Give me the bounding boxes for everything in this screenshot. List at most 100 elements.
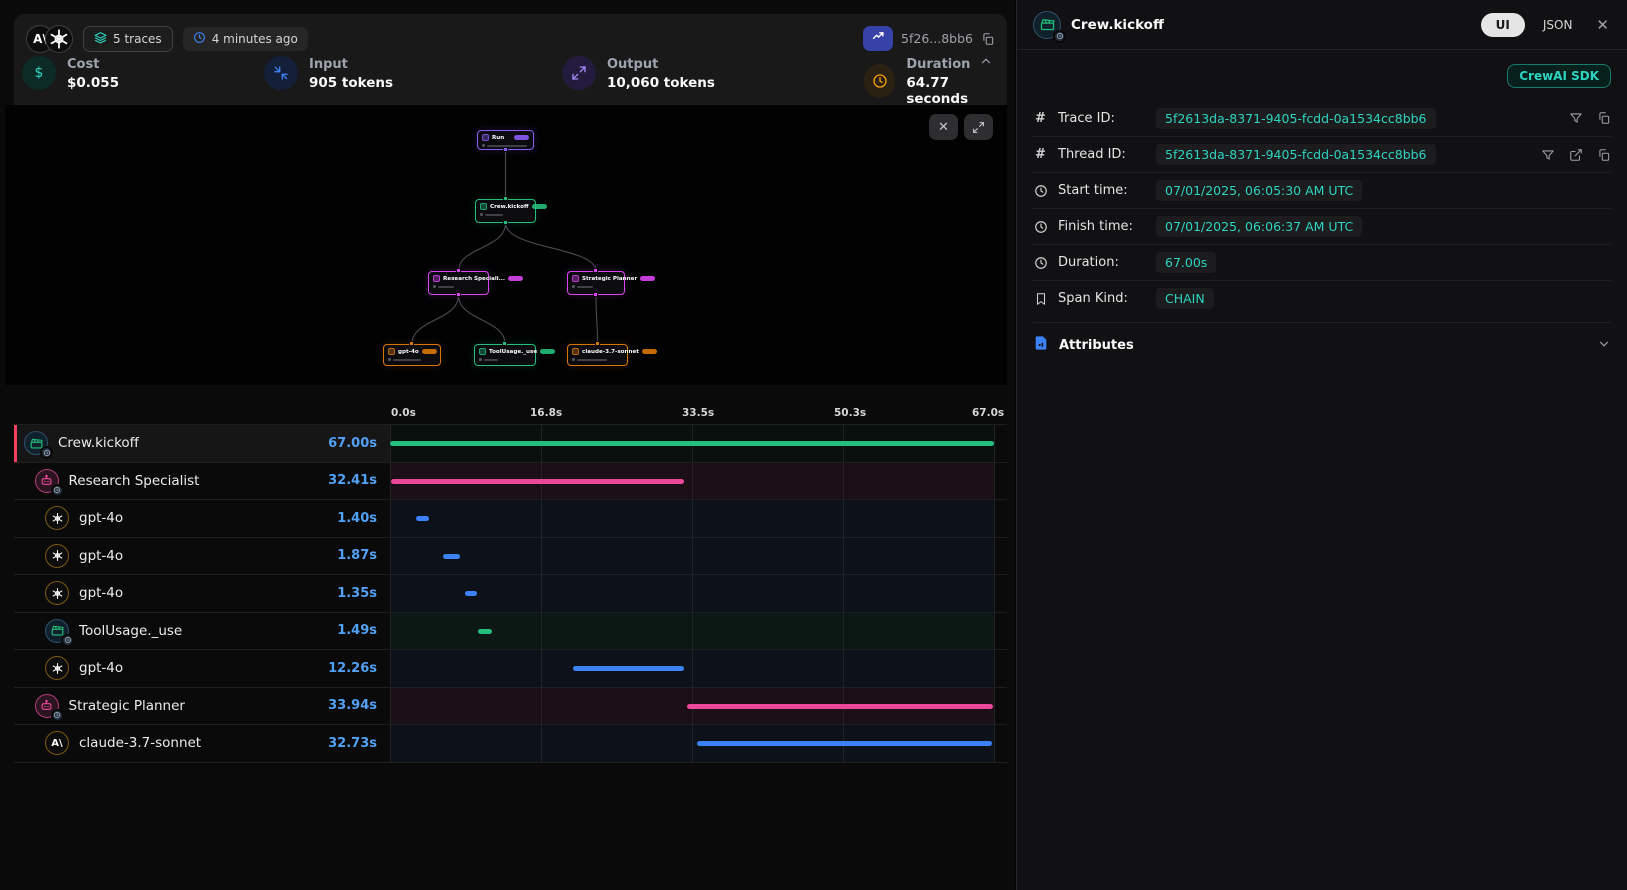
axis-tick: 16.8s bbox=[530, 407, 562, 419]
span-row-gpt-4o[interactable]: gpt-4o 1.40s bbox=[14, 499, 1007, 537]
field-label: Finish time: bbox=[1058, 219, 1146, 234]
agent-icon bbox=[35, 694, 59, 718]
span-bar bbox=[390, 441, 994, 446]
node-badge bbox=[642, 349, 657, 354]
span-name: Strategic Planner bbox=[69, 698, 319, 714]
axis-tick: 67.0s bbox=[972, 407, 1004, 419]
span-bar bbox=[416, 516, 429, 521]
trace-main-area: A\ 5 traces 4 minutes ago bbox=[0, 0, 1015, 890]
graph-node-claude-sonnet[interactable]: claude-3.7-sonnet bbox=[567, 344, 628, 366]
span-row-gpt-4o[interactable]: gpt-4o 1.35s bbox=[14, 574, 1007, 612]
stat-output-label: Output bbox=[607, 56, 715, 75]
graph-node-gpt-4o[interactable]: gpt-4o bbox=[383, 344, 441, 366]
model-avatar-stack: A\ bbox=[26, 25, 73, 53]
axis-tick: 33.5s bbox=[682, 407, 714, 419]
tab-json[interactable]: JSON bbox=[1535, 13, 1581, 37]
field-duration: Duration: 67.00s bbox=[1033, 244, 1611, 280]
arrows-in-icon bbox=[264, 56, 298, 90]
span-detail-panel: Crew.kickoff UI JSON ✕ CrewAI SDK # Trac… bbox=[1016, 0, 1627, 890]
node-handle bbox=[503, 220, 508, 225]
layers-icon bbox=[94, 31, 107, 47]
trace-header-top: A\ 5 traces 4 minutes ago bbox=[14, 14, 1007, 54]
traces-count-label: 5 traces bbox=[113, 32, 162, 46]
sdk-badge-row: CrewAI SDK bbox=[1017, 50, 1627, 100]
stat-output-value: 10,060 tokens bbox=[607, 75, 715, 91]
field-span-kind: Span Kind: CHAIN bbox=[1033, 280, 1611, 316]
graph-expand-button[interactable] bbox=[964, 114, 993, 140]
stat-input-label: Input bbox=[309, 56, 393, 75]
span-duration: 1.87s bbox=[337, 548, 390, 563]
trace-viewer-app: A\ 5 traces 4 minutes ago bbox=[0, 0, 1627, 890]
close-icon[interactable]: ✕ bbox=[1590, 16, 1611, 34]
trace-stats-row: $ Cost $0.055 Input 905 tokens bbox=[14, 54, 1007, 104]
span-row-research-specialist[interactable]: Research Specialist 32.41s bbox=[14, 462, 1007, 500]
node-subtext-icon bbox=[433, 285, 436, 288]
node-subtext-icon bbox=[572, 358, 575, 361]
span-bar bbox=[465, 591, 477, 596]
span-name: Research Specialist bbox=[69, 473, 319, 489]
span-name: claude-3.7-sonnet bbox=[79, 735, 318, 751]
crew-icon bbox=[24, 431, 48, 455]
traces-count-badge[interactable]: 5 traces bbox=[83, 26, 173, 52]
node-handle bbox=[456, 292, 461, 297]
node-handle bbox=[593, 268, 598, 273]
external-link-icon[interactable] bbox=[1569, 148, 1583, 162]
span-row-gpt-4o[interactable]: gpt-4o 12.26s bbox=[14, 649, 1007, 687]
field-start-time: Start time: 07/01/2025, 06:05:30 AM UTC bbox=[1033, 172, 1611, 208]
clock-icon bbox=[1033, 220, 1048, 234]
field-value: 07/01/2025, 06:06:37 AM UTC bbox=[1156, 216, 1362, 237]
tab-ui[interactable]: UI bbox=[1481, 13, 1525, 37]
field-value: 07/01/2025, 06:05:30 AM UTC bbox=[1156, 180, 1362, 201]
field-value: 5f2613da-8371-9405-fcdd-0a1534cc8bb6 bbox=[1156, 108, 1436, 129]
span-duration: 67.00s bbox=[328, 436, 390, 451]
span-track bbox=[390, 575, 995, 612]
span-row-crew-kickoff[interactable]: Crew.kickoff 67.00s bbox=[14, 424, 1007, 462]
span-row-toolusage[interactable]: ToolUsage._use 1.49s bbox=[14, 612, 1007, 650]
node-handle bbox=[595, 341, 600, 346]
node-subtext-icon bbox=[479, 358, 482, 361]
graph-close-button[interactable]: ✕ bbox=[929, 114, 958, 140]
node-handle bbox=[502, 341, 507, 346]
field-label: Start time: bbox=[1058, 183, 1146, 198]
node-icon bbox=[388, 348, 395, 355]
span-bar bbox=[573, 666, 684, 671]
node-subtext bbox=[438, 286, 454, 288]
node-badge bbox=[508, 276, 523, 281]
span-duration: 1.49s bbox=[337, 623, 390, 638]
filter-icon[interactable] bbox=[1541, 148, 1555, 162]
span-duration: 1.35s bbox=[337, 586, 390, 601]
graph-node-label: Research Speciali... bbox=[443, 276, 505, 282]
copy-icon[interactable] bbox=[981, 32, 995, 46]
span-track bbox=[390, 688, 995, 725]
span-bar bbox=[697, 741, 992, 746]
span-row-strategic-planner[interactable]: Strategic Planner 33.94s bbox=[14, 687, 1007, 725]
span-name: gpt-4o bbox=[79, 585, 327, 601]
filter-icon[interactable] bbox=[1569, 111, 1583, 125]
openai-icon bbox=[45, 581, 69, 605]
chevron-up-icon[interactable] bbox=[979, 54, 993, 68]
attributes-section[interactable]: Attributes bbox=[1033, 322, 1611, 367]
anthropic-icon: A\ bbox=[45, 731, 69, 755]
node-handle bbox=[503, 196, 508, 201]
openai-icon bbox=[45, 25, 73, 53]
span-row-claude-sonnet[interactable]: A\ claude-3.7-sonnet 32.73s bbox=[14, 724, 1007, 762]
span-track bbox=[390, 500, 995, 537]
graph-node-label: gpt-4o bbox=[398, 349, 419, 355]
attributes-label: Attributes bbox=[1059, 338, 1587, 353]
trace-header-card: A\ 5 traces 4 minutes ago bbox=[14, 14, 1007, 105]
node-subtext bbox=[577, 286, 593, 288]
graph-node-toolusage[interactable]: ToolUsage._use bbox=[474, 344, 536, 366]
tool-icon bbox=[45, 619, 69, 643]
bookmark-icon bbox=[1033, 292, 1048, 306]
field-label: Duration: bbox=[1058, 255, 1146, 270]
field-label: Trace ID: bbox=[1058, 111, 1146, 126]
copy-icon[interactable] bbox=[1597, 111, 1611, 125]
crew-icon bbox=[1033, 11, 1061, 39]
span-waterfall: 0.0s 16.8s 33.5s 50.3s 67.0s Crew.kickof… bbox=[14, 393, 1007, 763]
crewai-sdk-badge: CrewAI SDK bbox=[1507, 64, 1611, 88]
trend-chart-button[interactable] bbox=[863, 26, 893, 51]
span-row-gpt-4o[interactable]: gpt-4o 1.87s bbox=[14, 537, 1007, 575]
copy-icon[interactable] bbox=[1597, 148, 1611, 162]
node-subtext bbox=[484, 359, 498, 361]
span-track bbox=[390, 538, 995, 575]
